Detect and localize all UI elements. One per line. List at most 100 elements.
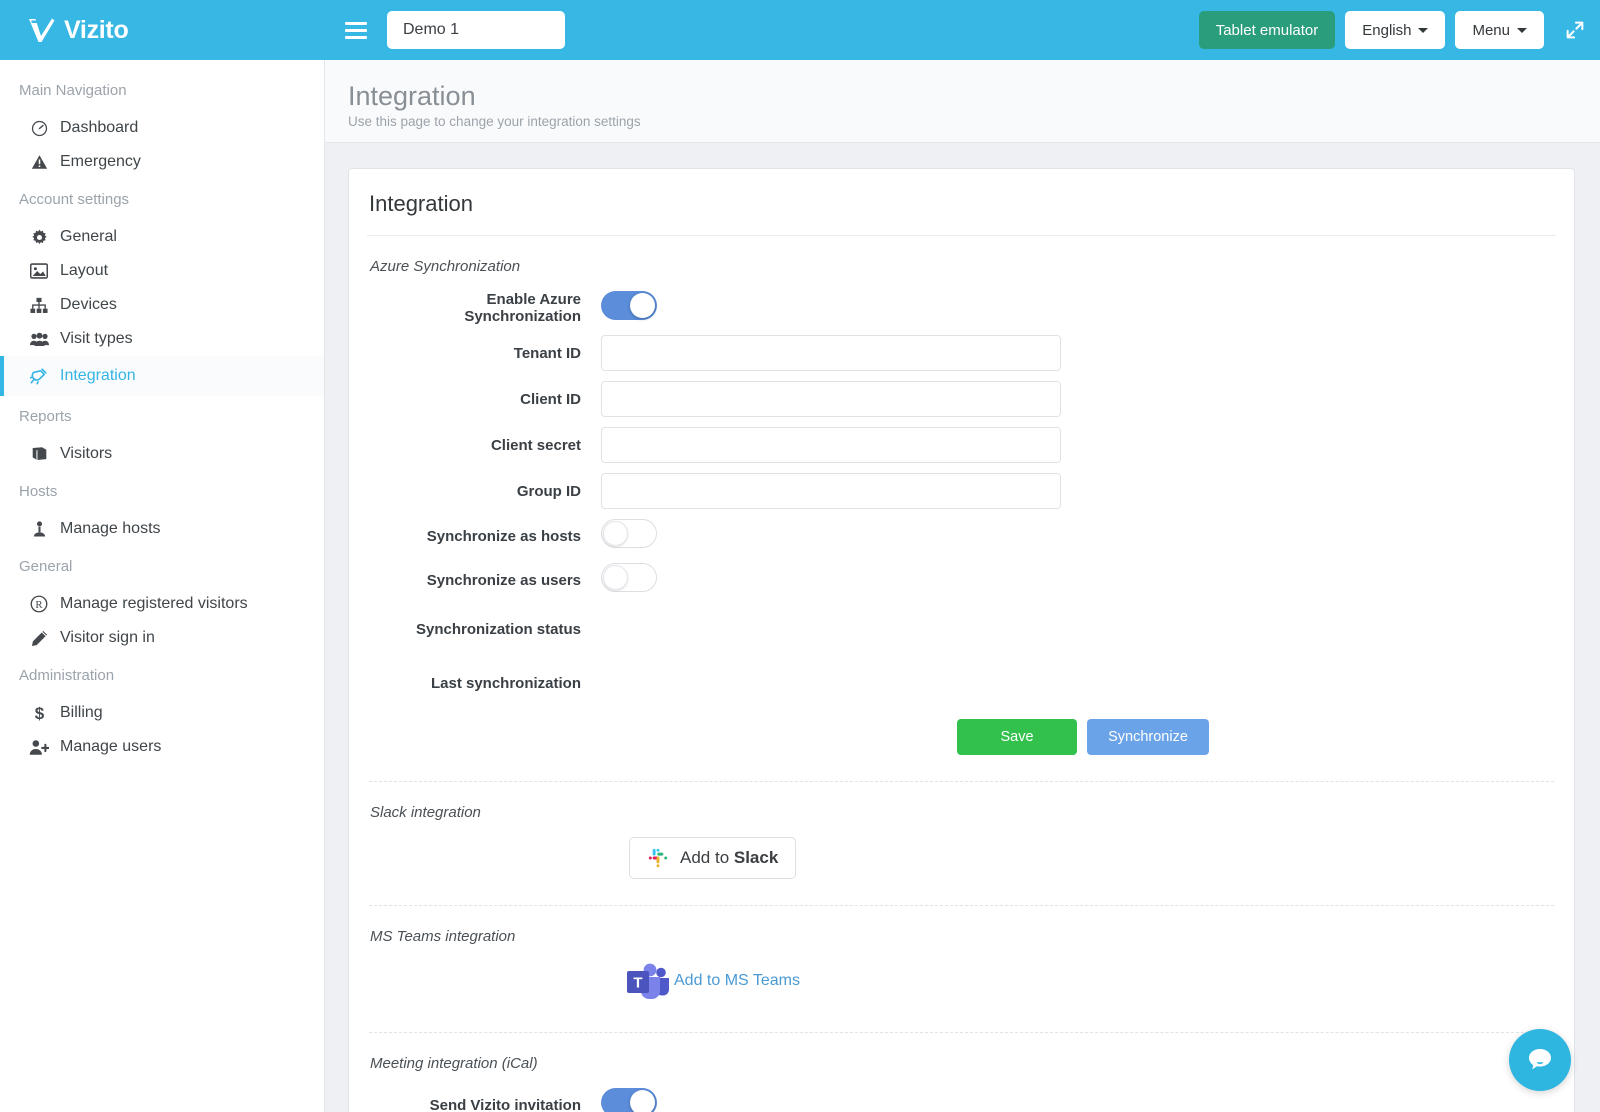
sidebar-item-label: Visitors [60,445,113,462]
sidebar-item-label: Integration [60,367,136,384]
sync-status-label: Synchronization status [415,620,581,638]
row-last-sync: Last synchronization [369,661,1554,705]
sidebar-item-visit-types[interactable]: Visit types [0,322,324,356]
dashboard-gauge-icon [28,120,50,137]
dollar-icon: $ [28,704,50,722]
language-dropdown[interactable]: English [1345,11,1446,49]
sync-as-hosts-toggle[interactable] [601,519,657,548]
gear-icon [28,229,50,246]
client-secret-input[interactable] [601,427,1061,463]
sidebar-item-label: Manage hosts [60,520,161,537]
ical-section: Meeting integration (iCal) Send Vizito i… [369,1033,1554,1112]
sidebar-item-manage-hosts[interactable]: Manage hosts [0,512,324,546]
sidebar-item-manage-users[interactable]: Manage users [0,730,324,764]
sidebar-item-label: Dashboard [60,119,139,136]
send-vizito-invitation-toggle[interactable] [601,1088,657,1112]
sidebar-item-emergency[interactable]: Emergency [0,145,324,179]
tenant-id-label: Tenant ID [513,344,581,362]
sidebar-item-label: Manage registered visitors [60,595,248,612]
row-sync-as-hosts: Synchronize as hosts [369,519,1554,553]
svg-text:R: R [35,599,43,611]
slack-logo-icon [648,848,668,868]
chevron-down-icon [1517,27,1527,33]
menu-label: Menu [1472,21,1510,39]
client-secret-label: Client secret [490,436,581,454]
sidebar-item-label: Visitor sign in [60,629,155,646]
book-icon [28,446,50,462]
row-tenant-id: Tenant ID [369,335,1554,371]
sidebar-item-integration[interactable]: Integration [0,356,324,396]
sidebar-item-layout[interactable]: Layout [0,254,324,288]
group-id-label: Group ID [516,482,581,500]
sidebar-item-devices[interactable]: Devices [0,288,324,322]
svg-text:T: T [633,975,642,992]
site-select-input[interactable] [387,11,565,49]
slack-section-label: Slack integration [370,804,481,821]
enable-azure-sync-label: Enable Azure Synchronization [464,291,581,325]
sidebar-item-label: Emergency [60,153,141,170]
sidebar-heading-main-navigation: Main Navigation [19,82,127,99]
menu-dropdown[interactable]: Menu [1455,11,1544,49]
save-button[interactable]: Save [957,719,1077,755]
page-subtitle: Use this page to change your integration… [348,114,641,130]
sidebar-item-dashboard[interactable]: Dashboard [0,111,324,145]
page-header: Integration Use this page to change your… [325,60,1600,143]
main-content: Integration Use this page to change your… [325,60,1600,1112]
azure-section-label: Azure Synchronization [370,258,521,275]
group-id-input[interactable] [601,473,1061,509]
tenant-id-input[interactable] [601,335,1061,371]
svg-text:$: $ [34,704,44,722]
sidebar-heading-account-settings: Account settings [19,191,130,208]
client-id-input[interactable] [601,381,1061,417]
sidebar-item-label: Visit types [60,330,133,347]
chat-widget-button[interactable] [1509,1029,1571,1091]
add-to-ms-teams-button[interactable]: T Add to MS Teams [625,961,800,1001]
sidebar-item-billing[interactable]: $ Billing [0,696,324,730]
plug-icon [28,367,50,385]
last-sync-label: Last synchronization [430,674,581,692]
hamburger-icon[interactable] [345,21,367,39]
sidebar-item-label: Manage users [60,738,162,755]
top-bar-actions: Tablet emulator English Menu [1198,11,1600,49]
send-vizito-invitation-label: Send Vizito invitation [429,1096,581,1112]
chevron-down-icon [1418,27,1429,33]
image-icon [28,263,50,279]
sidebar-heading-administration: Administration [19,667,115,684]
row-client-id: Client ID [369,381,1554,417]
host-person-icon [28,520,50,538]
teams-section: MS Teams integration T Add to MS Teams [369,906,1554,1006]
brand[interactable]: Vizito [0,0,325,60]
enable-azure-sync-toggle[interactable] [601,291,657,320]
card-title: Integration [367,169,1556,236]
sitemap-icon [28,297,50,314]
synchronize-button[interactable]: Synchronize [1087,719,1209,755]
row-group-id: Group ID [369,473,1554,509]
add-to-slack-button[interactable]: Add to Slack [629,837,797,879]
row-sync-as-users: Synchronize as users [369,563,1554,597]
row-sync-status: Synchronization status [369,607,1554,651]
ms-teams-logo-icon: T [627,963,669,999]
add-to-ms-teams-label: Add to MS Teams [674,972,800,989]
row-client-secret: Client secret [369,427,1554,463]
sidebar-item-label: Billing [60,704,103,721]
sidebar-item-label: Devices [60,296,117,313]
sync-as-users-toggle[interactable] [601,563,657,592]
user-plus-icon [28,739,50,756]
sidebar-item-general[interactable]: General [0,220,324,254]
sidebar-item-manage-registered-visitors[interactable]: R Manage registered visitors [0,587,324,621]
azure-action-buttons: Save Synchronize [957,719,1554,755]
ical-section-label: Meeting integration (iCal) [370,1055,538,1072]
sidebar-item-visitor-sign-in[interactable]: Visitor sign in [0,621,324,655]
sync-as-hosts-label: Synchronize as hosts [426,527,581,545]
add-to-slack-label: Add to Slack [680,848,779,867]
sidebar-item-label: Layout [60,262,109,279]
row-enable-azure-sync: Enable Azure Synchronization [369,291,1554,325]
language-label: English [1362,21,1412,39]
tablet-emulator-button[interactable]: Tablet emulator [1198,11,1336,49]
users-group-icon [28,332,50,347]
expand-arrows-icon[interactable] [1564,19,1586,41]
integration-card: Integration Azure Synchronization Enable… [348,168,1575,1112]
sidebar-item-visitors[interactable]: Visitors [0,437,324,471]
row-send-vizito-invitation: Send Vizito invitation [369,1088,1554,1112]
sidebar-heading-hosts: Hosts [19,483,58,500]
